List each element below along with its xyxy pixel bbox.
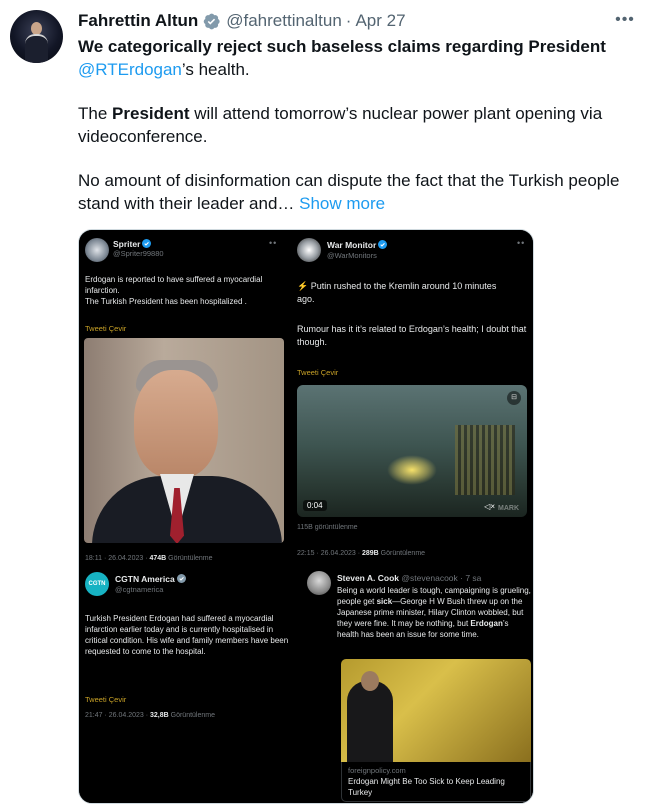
cgtn-meta-label: Görüntülenme	[168, 712, 215, 719]
video-settings-icon: ⊟	[507, 391, 521, 405]
spriter-name-text: Spriter	[113, 239, 141, 249]
mute-icon: ◁×	[484, 502, 495, 511]
warmonitor-name-text: War Monitor	[327, 240, 377, 250]
show-more-link[interactable]: Show more	[299, 194, 385, 213]
warmonitor-meta-label: Görüntülenme	[378, 550, 426, 557]
spriter-text-2: The Turkish President has been hospitali…	[85, 297, 247, 306]
warmonitor-video: ⊟ 0:04 MARK ◁×	[297, 385, 527, 517]
verified-badge-icon	[176, 574, 186, 583]
warmonitor-more-icon: ••	[517, 238, 526, 248]
cgtn-name: CGTN America	[115, 574, 186, 584]
verified-badge-icon	[203, 13, 220, 29]
tweet-date[interactable]: Apr 27	[355, 11, 405, 31]
embedded-tweet-spriter: Spriter @Spriter99880 •• Erdogan is repo…	[79, 230, 289, 565]
spriter-text-1: Erdogan is reported to have suffered a m…	[85, 275, 263, 295]
spriter-more-icon: ••	[269, 238, 278, 248]
avatar-figure-body	[25, 34, 48, 63]
spriter-meta: 18:11 · 26.04.2023 · 474B Görüntülenme	[85, 555, 213, 562]
verified-badge-icon	[378, 240, 388, 249]
spriter-handle: @Spriter99880	[113, 249, 164, 258]
video-time: 0:04	[303, 500, 327, 511]
tweet-p2-pre: The	[78, 104, 113, 123]
cgtn-meta-views: 32,8B	[150, 712, 169, 719]
warmonitor-avatar	[297, 238, 321, 262]
cook-name: Steven A. Cook	[337, 573, 400, 583]
news-photo	[341, 659, 531, 762]
author-avatar[interactable]	[10, 10, 63, 63]
spriter-translate: Tweeti Çevir	[85, 324, 127, 333]
news-title: Erdogan Might Be Too Sick to Keep Leadin…	[348, 777, 505, 797]
photo-man-body	[347, 681, 393, 762]
warmonitor-text-2: Rumour has it it’s related to Erdogan’s …	[297, 324, 527, 347]
more-options-icon[interactable]: •••	[614, 11, 636, 31]
cook-handle: @stevenacook · 7 sa	[401, 573, 482, 583]
cgtn-avatar: CGTN	[85, 572, 109, 596]
cook-text-erdogan: Erdogan	[470, 619, 503, 628]
spriter-meta-time: 18:11 · 26.04.2023 ·	[85, 555, 150, 562]
warmonitor-meta-views: 289B	[362, 550, 379, 557]
verified-badge-icon	[142, 239, 152, 248]
cook-text: Being a world leader is tough, campaigni…	[337, 585, 531, 640]
spriter-meta-label: Görüntülenme	[166, 555, 213, 562]
spriter-meta-views: 474B	[149, 555, 167, 562]
warmonitor-handle: @WarMonitors	[327, 251, 377, 260]
warmonitor-text-1: ⚡ Putin rushed to the Kremlin around 10 …	[297, 281, 497, 304]
cgtn-meta: 21:47 · 26.04.2023 · 32,8B Görüntülenme	[85, 712, 215, 719]
warmonitor-meta-time: 22:15 · 26.04.2023 ·	[297, 550, 362, 557]
erdogan-photo	[84, 338, 284, 543]
tweet-paragraph-3: No amount of disinformation can dispute …	[78, 170, 644, 215]
warmonitor-views: 115B görüntülenme	[297, 524, 358, 531]
tweet-text: We categorically reject such baseless cl…	[78, 36, 644, 237]
cgtn-handle: @cgtnamerica	[115, 585, 164, 594]
tweet-bold-lead: We categorically reject such baseless cl…	[78, 37, 606, 56]
cgtn-meta-time: 21:47 · 26.04.2023 ·	[85, 712, 150, 719]
tweet-header: Fahrettin Altun @fahrettinaltun · Apr 27…	[78, 9, 640, 33]
cgtn-name-text: CGTN America	[115, 574, 175, 584]
tweet-line1-rest: ’s health.	[181, 59, 250, 79]
video-watermark: MARK	[498, 505, 519, 512]
cgtn-translate: Tweeti Çevir	[85, 695, 127, 704]
embedded-tweet-cook: Steven A. Cook @stevenacook · 7 sa Being…	[299, 565, 533, 803]
separator-dot: ·	[345, 11, 352, 30]
tweet-paragraph-2: The President will attend tomorrow’s nuc…	[78, 103, 644, 148]
cook-text-sick: sick	[376, 597, 393, 606]
cook-avatar	[307, 571, 331, 595]
author-handle[interactable]: @fahrettinaltun	[226, 11, 342, 31]
embedded-tweet-cgtn: CGTN CGTN America @cgtnamerica Turkish P…	[79, 565, 299, 803]
news-source: foreignpolicy.com	[348, 766, 406, 775]
warmonitor-meta: 22:15 · 26.04.2023 · 289B Görüntülenme	[297, 550, 425, 557]
tweet-paragraph-1: We categorically reject such baseless cl…	[78, 36, 644, 81]
video-building	[455, 425, 515, 495]
tweet-p2-bold: President	[112, 104, 190, 123]
spriter-avatar	[85, 238, 109, 262]
tweet-media-image[interactable]: Spriter @Spriter99880 •• Erdogan is repo…	[78, 229, 534, 804]
photo-man-head	[361, 671, 379, 691]
warmonitor-translate: Tweeti Çevir	[297, 368, 339, 377]
author-name[interactable]: Fahrettin Altun	[78, 11, 198, 31]
cgtn-text: Turkish President Erdogan had suffered a…	[85, 614, 289, 656]
spriter-name: Spriter	[113, 239, 152, 249]
photo-face	[134, 370, 218, 478]
warmonitor-name: War Monitor	[327, 240, 388, 250]
mention-link[interactable]: @RTErdogan	[78, 60, 182, 79]
embedded-tweet-warmonitor: War Monitor @WarMonitors •• ⚡ Putin rush…	[289, 230, 533, 565]
cook-header: Steven A. Cook @stevenacook · 7 sa	[337, 573, 481, 583]
video-glow	[387, 455, 437, 485]
news-link-card: foreignpolicy.com Erdogan Might Be Too S…	[341, 762, 531, 802]
